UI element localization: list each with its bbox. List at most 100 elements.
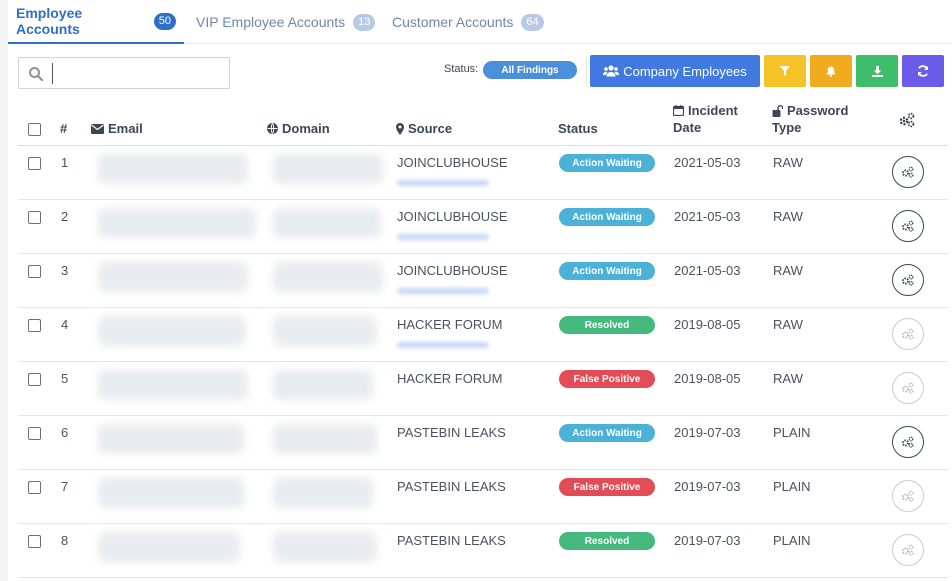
table-row[interactable]: 8 PASTEBIN LEAKS Resolved 2019-07-03 PLAIN [18, 524, 948, 578]
table-row[interactable]: 6 PASTEBIN LEAKS Action Waiting 2019-07-03 P… [18, 416, 948, 470]
row-checkbox[interactable] [28, 481, 41, 494]
search-input[interactable] [18, 57, 230, 89]
row-number: 7 [61, 479, 69, 494]
cogs-icon [901, 274, 915, 286]
row-number: 8 [61, 533, 69, 548]
search-icon [28, 66, 44, 82]
unlock-icon [772, 104, 783, 117]
count-badge: 50 [153, 12, 176, 30]
table-row[interactable]: 3 JOINCLUBHOUSE Action Waiting 2021-05-03 RA… [18, 254, 948, 308]
row-actions-button[interactable] [892, 264, 924, 296]
cogs-icon [901, 328, 915, 340]
row-number: 1 [61, 155, 69, 170]
filter-icon [780, 66, 790, 76]
incident-date: 2019-08-05 [674, 371, 741, 386]
redacted-domain [273, 478, 373, 508]
redacted-email [98, 262, 248, 292]
incident-date: 2019-07-03 [674, 479, 741, 494]
text-cursor [52, 63, 53, 84]
password-type: RAW [773, 209, 803, 224]
incident-date: 2021-05-03 [674, 263, 741, 278]
redacted-source-link[interactable] [397, 288, 489, 294]
cogs-icon [899, 112, 915, 128]
redacted-source-link[interactable] [397, 180, 489, 186]
row-checkbox[interactable] [28, 373, 41, 386]
row-actions-button[interactable] [892, 534, 924, 566]
redacted-email [98, 478, 244, 508]
col-source-label: Source [408, 121, 453, 136]
incident-date: 2019-07-03 [674, 533, 741, 548]
redacted-email [98, 532, 240, 562]
tab-employee-accounts[interactable]: Employee Accounts 50 [8, 0, 184, 44]
company-employees-label: Company Employees [623, 63, 747, 79]
row-actions-button[interactable] [892, 372, 924, 404]
row-checkbox[interactable] [28, 427, 41, 440]
col-source[interactable]: Source [396, 121, 452, 136]
row-checkbox[interactable] [28, 319, 41, 332]
row-actions-button[interactable] [892, 210, 924, 242]
row-checkbox[interactable] [28, 211, 41, 224]
calendar-icon [673, 105, 684, 116]
col-password-type[interactable]: Password Type [772, 103, 848, 135]
tab-vip-employee-accounts[interactable]: VIP Employee Accounts 13 [196, 0, 376, 44]
row-actions-button[interactable] [892, 156, 924, 188]
source-text: HACKER FORUM [397, 371, 503, 386]
status-label: Status: [444, 63, 479, 75]
notifications-button[interactable] [810, 55, 852, 87]
redacted-domain [273, 370, 373, 400]
cogs-icon [901, 436, 915, 448]
col-status[interactable]: Status [558, 121, 598, 136]
table-row[interactable]: 1 JOINCLUBHOUSE Action Waiting 2021-05-03 RA… [18, 146, 948, 200]
col-email[interactable]: Email [91, 121, 143, 136]
redacted-source-link[interactable] [397, 342, 489, 348]
source-text: JOINCLUBHOUSE [397, 155, 508, 170]
count-badge: 64 [521, 13, 544, 31]
row-number: 3 [61, 263, 69, 278]
redacted-email [98, 154, 248, 184]
row-checkbox[interactable] [28, 157, 41, 170]
status-badge: Action Waiting [559, 424, 655, 442]
download-button[interactable] [856, 55, 898, 87]
column-settings-button[interactable] [898, 112, 920, 128]
password-type: RAW [773, 371, 803, 386]
col-domain[interactable]: Domain [267, 121, 330, 136]
cogs-icon [901, 490, 915, 502]
row-number: 4 [61, 317, 69, 332]
cogs-icon [901, 166, 915, 178]
table-row[interactable]: 4 HACKER FORUM Resolved 2019-08-05 RAW [18, 308, 948, 362]
row-actions-button[interactable] [892, 318, 924, 350]
col-type-label: Type [772, 120, 802, 135]
cogs-icon [901, 382, 915, 394]
row-actions-button[interactable] [892, 426, 924, 458]
tab-customer-accounts[interactable]: Customer Accounts 64 [392, 0, 544, 44]
count-badge: 13 [353, 13, 376, 31]
status-badge: Action Waiting [559, 262, 655, 280]
incident-date: 2021-05-03 [674, 155, 741, 170]
status-badge: Resolved [559, 316, 655, 334]
row-checkbox[interactable] [28, 535, 41, 548]
row-actions-button[interactable] [892, 480, 924, 512]
findings-panel: Employee Accounts 50 VIP Employee Accoun… [8, 0, 952, 581]
table-row[interactable]: 5 HACKER FORUM False Positive 2019-08-05 RAW [18, 362, 948, 416]
tab-label: VIP Employee Accounts [196, 14, 346, 30]
redacted-domain [273, 262, 383, 292]
company-employees-button[interactable]: Company Employees [590, 55, 760, 87]
filter-button[interactable] [764, 55, 806, 87]
refresh-button[interactable] [902, 55, 944, 87]
table-row[interactable]: 7 PASTEBIN LEAKS False Positive 2019-07-03 P… [18, 470, 948, 524]
table-row[interactable]: 2 JOINCLUBHOUSE Action Waiting 2021-05-03 RA… [18, 200, 948, 254]
redacted-domain [273, 532, 377, 562]
col-incident-date[interactable]: Incident Date [673, 103, 738, 135]
password-type: RAW [773, 317, 803, 332]
select-all-checkbox[interactable] [28, 123, 41, 136]
globe-icon [267, 123, 278, 134]
password-type: PLAIN [773, 533, 811, 548]
col-number: # [60, 121, 68, 136]
status-badge: False Positive [559, 478, 655, 496]
source-text: HACKER FORUM [397, 317, 503, 332]
row-checkbox[interactable] [28, 265, 41, 278]
redacted-source-link[interactable] [397, 234, 489, 240]
redacted-domain [273, 208, 381, 238]
status-filter-pill[interactable]: All Findings [483, 61, 577, 79]
status-badge: Action Waiting [559, 208, 655, 226]
